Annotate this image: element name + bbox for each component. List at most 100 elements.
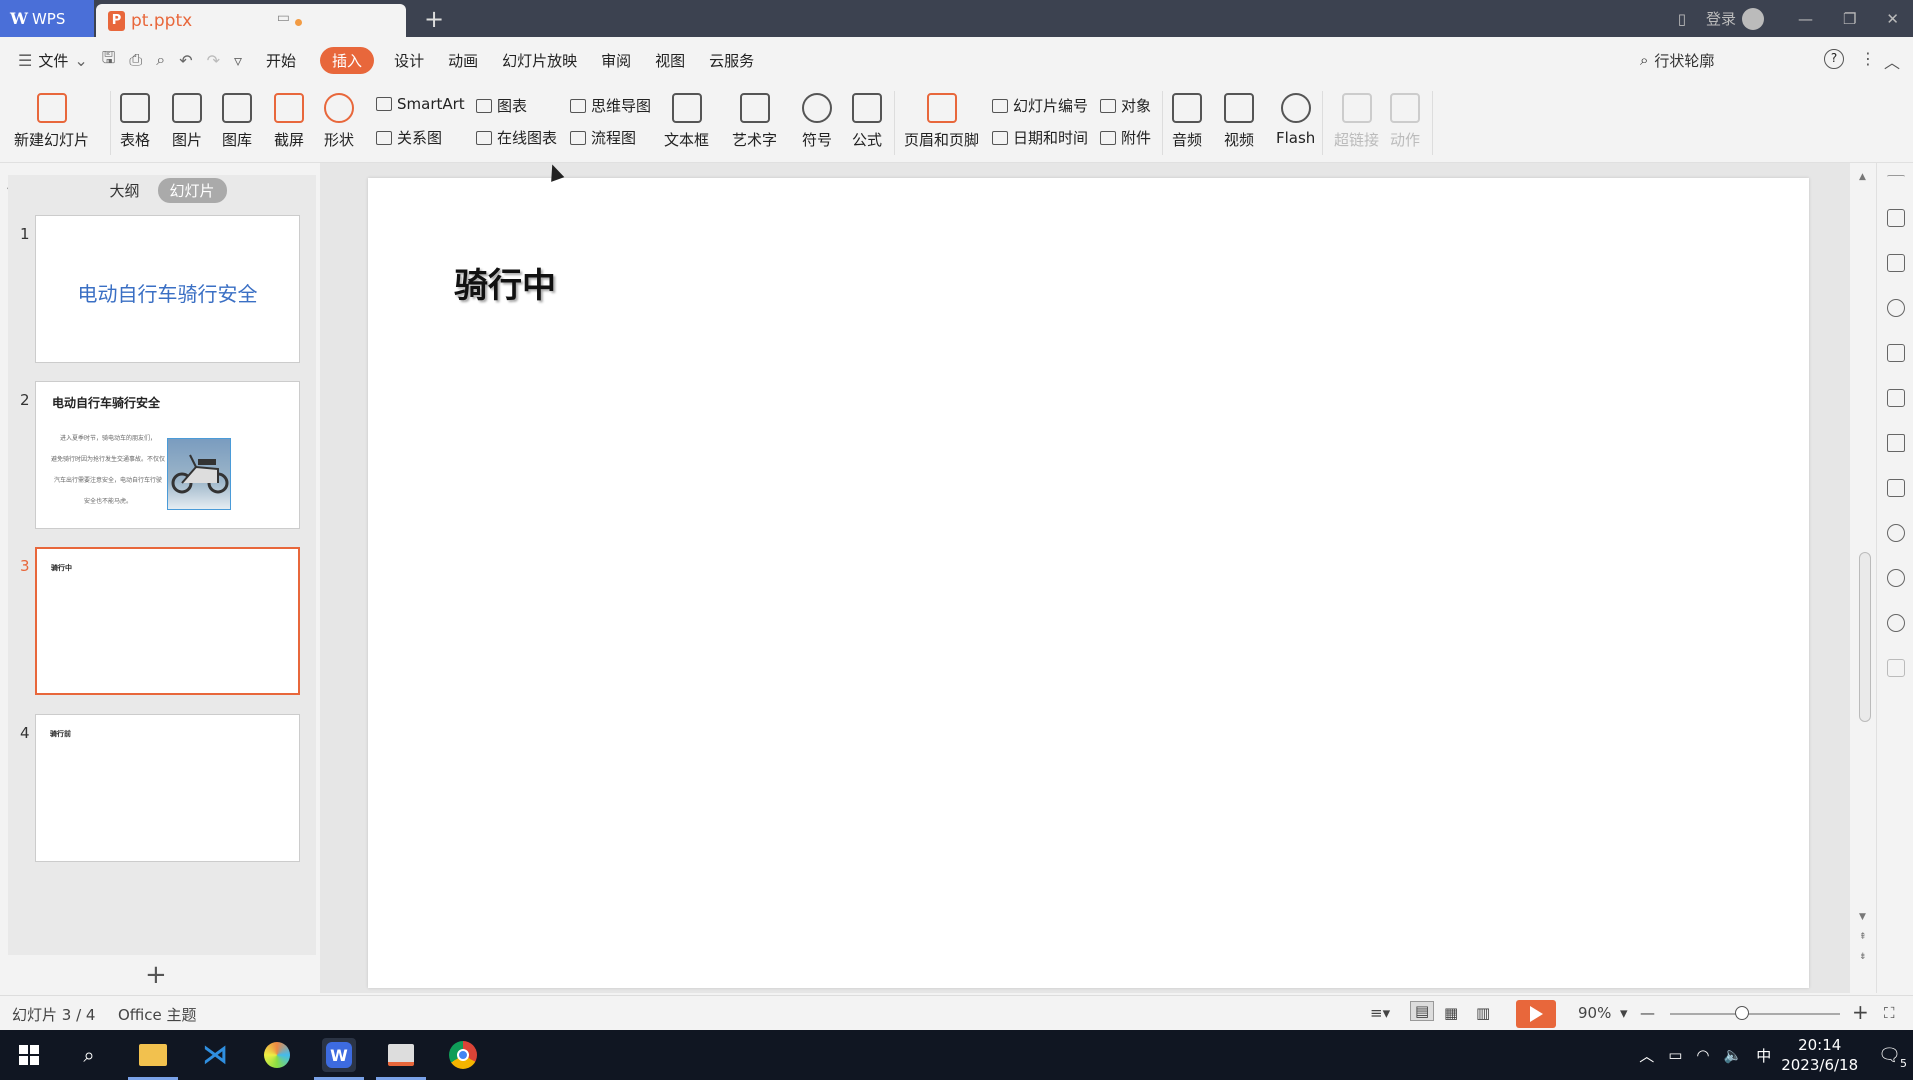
- collapse-ribbon-icon[interactable]: ︿: [1884, 49, 1900, 73]
- help-icon[interactable]: ?: [1824, 49, 1844, 69]
- video-button[interactable]: 视频: [1224, 93, 1254, 150]
- play-slideshow-button[interactable]: [1516, 1000, 1556, 1028]
- wps-taskbar-icon[interactable]: W: [314, 1038, 364, 1080]
- chrome-icon[interactable]: [446, 1038, 480, 1072]
- flowchart-button[interactable]: 流程图: [570, 127, 636, 148]
- online-chart-button[interactable]: 在线图表: [476, 127, 557, 148]
- windows-start-icon[interactable]: [12, 1038, 46, 1072]
- reading-view-icon[interactable]: ▥: [1476, 1004, 1490, 1022]
- header-footer-button[interactable]: 页眉和页脚: [904, 93, 979, 150]
- avatar[interactable]: [1741, 7, 1764, 30]
- hamburger-icon[interactable]: ☰: [18, 51, 32, 70]
- tab-review[interactable]: 审阅: [601, 50, 631, 71]
- slide-number-button[interactable]: 幻灯片编号: [992, 95, 1088, 116]
- print-preview-icon[interactable]: ⌕: [156, 50, 165, 70]
- wifi-icon[interactable]: ◠: [1696, 1046, 1709, 1064]
- battery-icon[interactable]: ▭: [1668, 1046, 1682, 1064]
- tab-view[interactable]: 视图: [655, 50, 685, 71]
- wordart-button[interactable]: 艺术字: [732, 93, 777, 150]
- volume-icon[interactable]: 🔈: [1724, 1046, 1743, 1064]
- flash-button[interactable]: Flash: [1276, 93, 1315, 147]
- table-button[interactable]: 表格: [120, 93, 150, 150]
- scrollbar-thumb[interactable]: [1859, 552, 1871, 722]
- normal-view-icon[interactable]: ▤: [1410, 1001, 1435, 1021]
- tab-animation[interactable]: 动画: [448, 50, 478, 71]
- gallery-button[interactable]: 图库: [222, 93, 252, 150]
- undo-icon[interactable]: ↶: [179, 51, 192, 70]
- next-slide-icon[interactable]: ⇟: [1859, 952, 1867, 962]
- add-slide-button[interactable]: +: [145, 960, 167, 990]
- audio-button[interactable]: 音频: [1172, 93, 1202, 150]
- thumbnail-canvas[interactable]: 电动自行车骑行安全: [35, 215, 300, 363]
- zoom-dropdown-icon[interactable]: ▾: [1620, 1004, 1628, 1022]
- login-link[interactable]: 登录: [1706, 8, 1736, 29]
- fit-window-icon[interactable]: ⛶: [1884, 1004, 1895, 1022]
- screenshot-button[interactable]: 截屏: [274, 93, 304, 150]
- zoom-slider-knob[interactable]: [1735, 1006, 1749, 1020]
- notification-icon[interactable]: 🗨 5: [1878, 1045, 1907, 1070]
- paint-icon[interactable]: [260, 1038, 294, 1072]
- tab-slideshow[interactable]: 幻灯片放映: [502, 50, 577, 71]
- properties-icon[interactable]: [1887, 344, 1905, 362]
- redo-icon[interactable]: ↷: [207, 51, 220, 70]
- prev-slide-icon[interactable]: ⇞: [1859, 932, 1867, 942]
- monitor-icon[interactable]: ▭: [277, 10, 290, 26]
- hyperlink-button[interactable]: 超链接: [1334, 93, 1379, 150]
- smartart-button[interactable]: SmartArt: [376, 95, 465, 113]
- thumbnail-canvas[interactable]: 骑行前: [35, 714, 300, 862]
- picture-panel-icon[interactable]: [1887, 389, 1905, 407]
- tab-cloud[interactable]: 云服务: [709, 50, 754, 71]
- textbox-button[interactable]: 文本框: [664, 93, 709, 150]
- restore-button[interactable]: ❐: [1843, 10, 1856, 28]
- close-button[interactable]: ✕: [1886, 10, 1899, 28]
- file-menu[interactable]: 文件: [38, 50, 68, 71]
- sorter-view-icon[interactable]: ▦: [1444, 1004, 1458, 1022]
- theme-name[interactable]: Office 主题: [118, 1004, 197, 1025]
- vscode-icon[interactable]: ⋊: [198, 1038, 232, 1072]
- vertical-scrollbar[interactable]: ▲ ▼ ⇞ ⇟: [1856, 172, 1871, 982]
- notes-toggle-icon[interactable]: ≡▾: [1370, 1004, 1390, 1022]
- tray-expand-icon[interactable]: ︿: [1639, 1045, 1654, 1066]
- tablet-mode-icon[interactable]: ▯: [1678, 10, 1686, 28]
- print-icon[interactable]: ⎙: [129, 50, 142, 70]
- ime-indicator[interactable]: 中: [1756, 1045, 1771, 1066]
- datetime-button[interactable]: 日期和时间: [992, 127, 1088, 148]
- file-explorer-icon[interactable]: [128, 1038, 178, 1080]
- slide-canvas[interactable]: 骑行中: [368, 178, 1809, 988]
- drag-handle-icon[interactable]: [1887, 175, 1905, 179]
- formula-button[interactable]: 公式: [852, 93, 882, 150]
- history-icon[interactable]: [1887, 569, 1905, 587]
- picture-button[interactable]: 图片: [172, 93, 202, 150]
- tab-design[interactable]: 设计: [394, 50, 424, 71]
- customize-icon[interactable]: ▿: [234, 51, 242, 70]
- symbol-button[interactable]: 符号: [802, 93, 832, 150]
- zoom-in-icon[interactable]: +: [1852, 1000, 1869, 1024]
- pin-icon[interactable]: [1887, 209, 1905, 227]
- zoom-out-icon[interactable]: —: [1640, 1004, 1655, 1022]
- save-icon[interactable]: 🖫: [102, 47, 116, 74]
- mindmap-button[interactable]: 思维导图: [570, 95, 651, 116]
- tab-slides[interactable]: 幻灯片: [157, 177, 227, 203]
- thumbnail-canvas[interactable]: 电动自行车骑行安全 进入夏季时节，骑电动车的朋友们， 避免骑行时因为抢行发生交通…: [35, 381, 300, 529]
- action-button[interactable]: 动作: [1390, 93, 1420, 150]
- tab-outline[interactable]: 大纲: [97, 178, 151, 203]
- scroll-down-icon[interactable]: ▼: [1859, 912, 1866, 922]
- tab-insert[interactable]: 插入: [320, 46, 375, 74]
- scroll-up-icon[interactable]: ▲: [1859, 172, 1866, 182]
- search-taskbar-icon[interactable]: ⌕: [72, 1038, 106, 1072]
- presentation-app-icon[interactable]: [376, 1038, 426, 1080]
- thumbnail-canvas[interactable]: 骑行中: [35, 547, 300, 695]
- tab-start[interactable]: 开始: [266, 50, 296, 71]
- grid-apps-icon[interactable]: [1887, 659, 1905, 677]
- relation-button[interactable]: 关系图: [376, 127, 442, 148]
- object-button[interactable]: 对象: [1100, 95, 1151, 116]
- shapes-icon[interactable]: [1887, 299, 1905, 317]
- share-icon[interactable]: [1887, 524, 1905, 542]
- document-tab[interactable]: P pt.pptx ▭: [96, 4, 406, 37]
- minimize-button[interactable]: —: [1798, 10, 1813, 28]
- chevron-down-icon[interactable]: ⌄: [74, 51, 87, 70]
- command-search[interactable]: ⌕ 行状轮廓: [1640, 46, 1810, 74]
- chart-button[interactable]: 图表: [476, 95, 527, 116]
- new-tab-button[interactable]: +: [424, 5, 444, 33]
- help-panel-icon[interactable]: [1887, 614, 1905, 632]
